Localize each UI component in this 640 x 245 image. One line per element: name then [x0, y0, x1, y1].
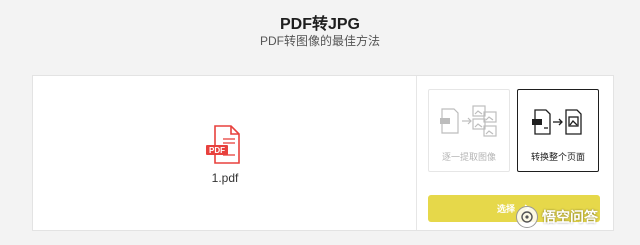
select-button-label: 选择 [496, 204, 515, 214]
wukong-logo-icon [516, 206, 538, 228]
option-extract-images-label: 逐一提取图像 [441, 152, 496, 162]
watermark: 悟空问答 [516, 202, 640, 232]
file-name: 1.pdf [211, 171, 239, 185]
watermark-text: 悟空问答 [542, 209, 598, 225]
page-title: PDF转JPG [279, 16, 361, 33]
option-extract-images[interactable]: 逐一提取图像 [428, 89, 510, 172]
extract-images-icon [440, 105, 497, 137]
page-subtitle: PDF转图像的最佳方法 [259, 34, 380, 48]
convert-page-icon [532, 109, 582, 135]
file-drop-area[interactable]: PDF 1.pdf [33, 76, 417, 230]
pdf-file-icon[interactable]: PDF [205, 125, 247, 170]
option-convert-page-label: 转换整个页面 [530, 152, 585, 162]
pdf-badge: PDF [209, 146, 225, 155]
option-convert-page[interactable]: 转换整个页面 [517, 89, 599, 172]
